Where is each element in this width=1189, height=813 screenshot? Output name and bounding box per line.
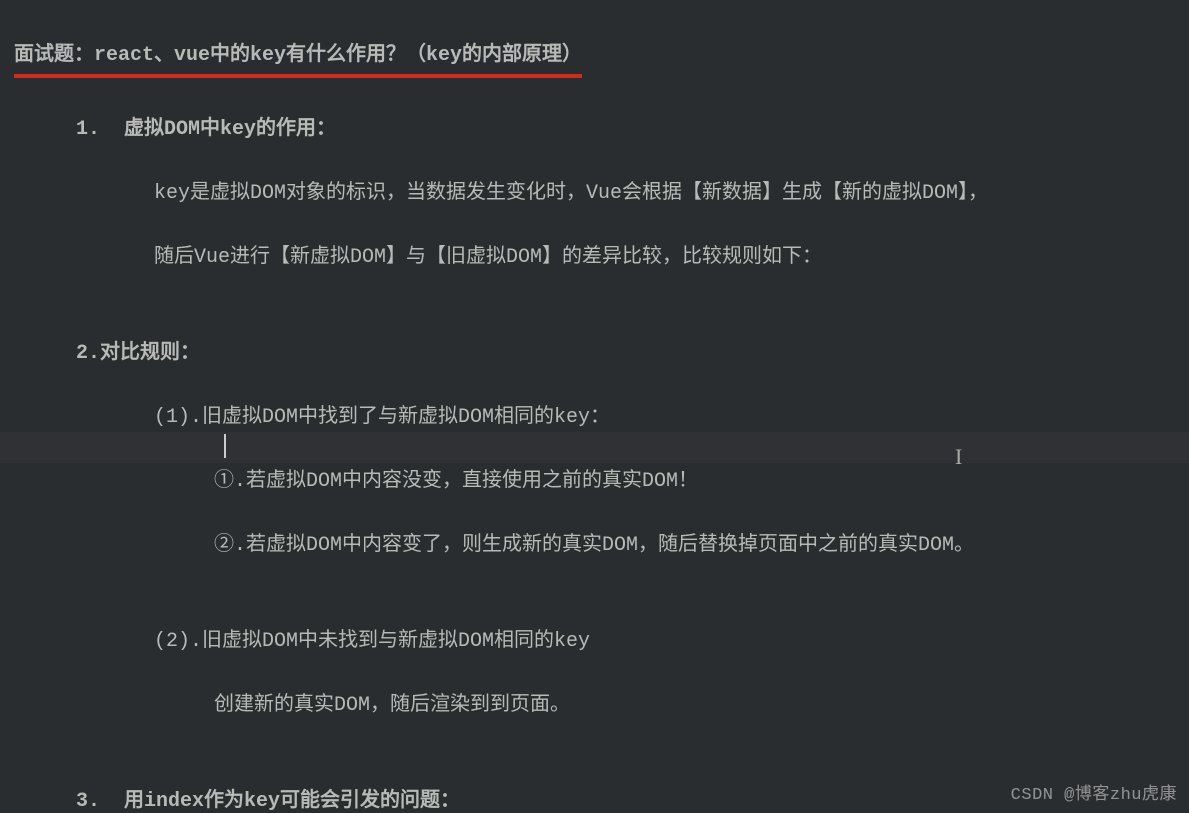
title: 面试题：react、vue中的key有什么作用？（key的内部原理）	[14, 40, 582, 78]
section1-p1: key是虚拟DOM对象的标识，当数据发生变化时，Vue会根据【新数据】生成【新的…	[14, 178, 1175, 210]
section1-heading: 1. 虚拟DOM中key的作用：	[14, 114, 1175, 146]
section2-c2a: 创建新的真实DOM，随后渲染到到页面。	[14, 690, 1175, 722]
section3-heading: 3. 用index作为key可能会引发的问题：	[14, 786, 1175, 813]
section1-p2: 随后Vue进行【新虚拟DOM】与【旧虚拟DOM】的差异比较，比较规则如下：	[14, 242, 1175, 274]
section2-c1: (1).旧虚拟DOM中找到了与新虚拟DOM相同的key：	[14, 402, 1175, 434]
section2-heading: 2.对比规则：	[14, 338, 1175, 370]
section2-c2: (2).旧虚拟DOM中未找到与新虚拟DOM相同的key	[14, 626, 1175, 658]
document-body[interactable]: 面试题：react、vue中的key有什么作用？（key的内部原理） 1. 虚拟…	[0, 0, 1189, 813]
section2-c1a: ①.若虚拟DOM中内容没变，直接使用之前的真实DOM！	[14, 466, 1175, 498]
section2-c1b: ②.若虚拟DOM中内容变了，则生成新的真实DOM，随后替换掉页面中之前的真实DO…	[14, 530, 1175, 562]
text-caret	[224, 434, 226, 458]
